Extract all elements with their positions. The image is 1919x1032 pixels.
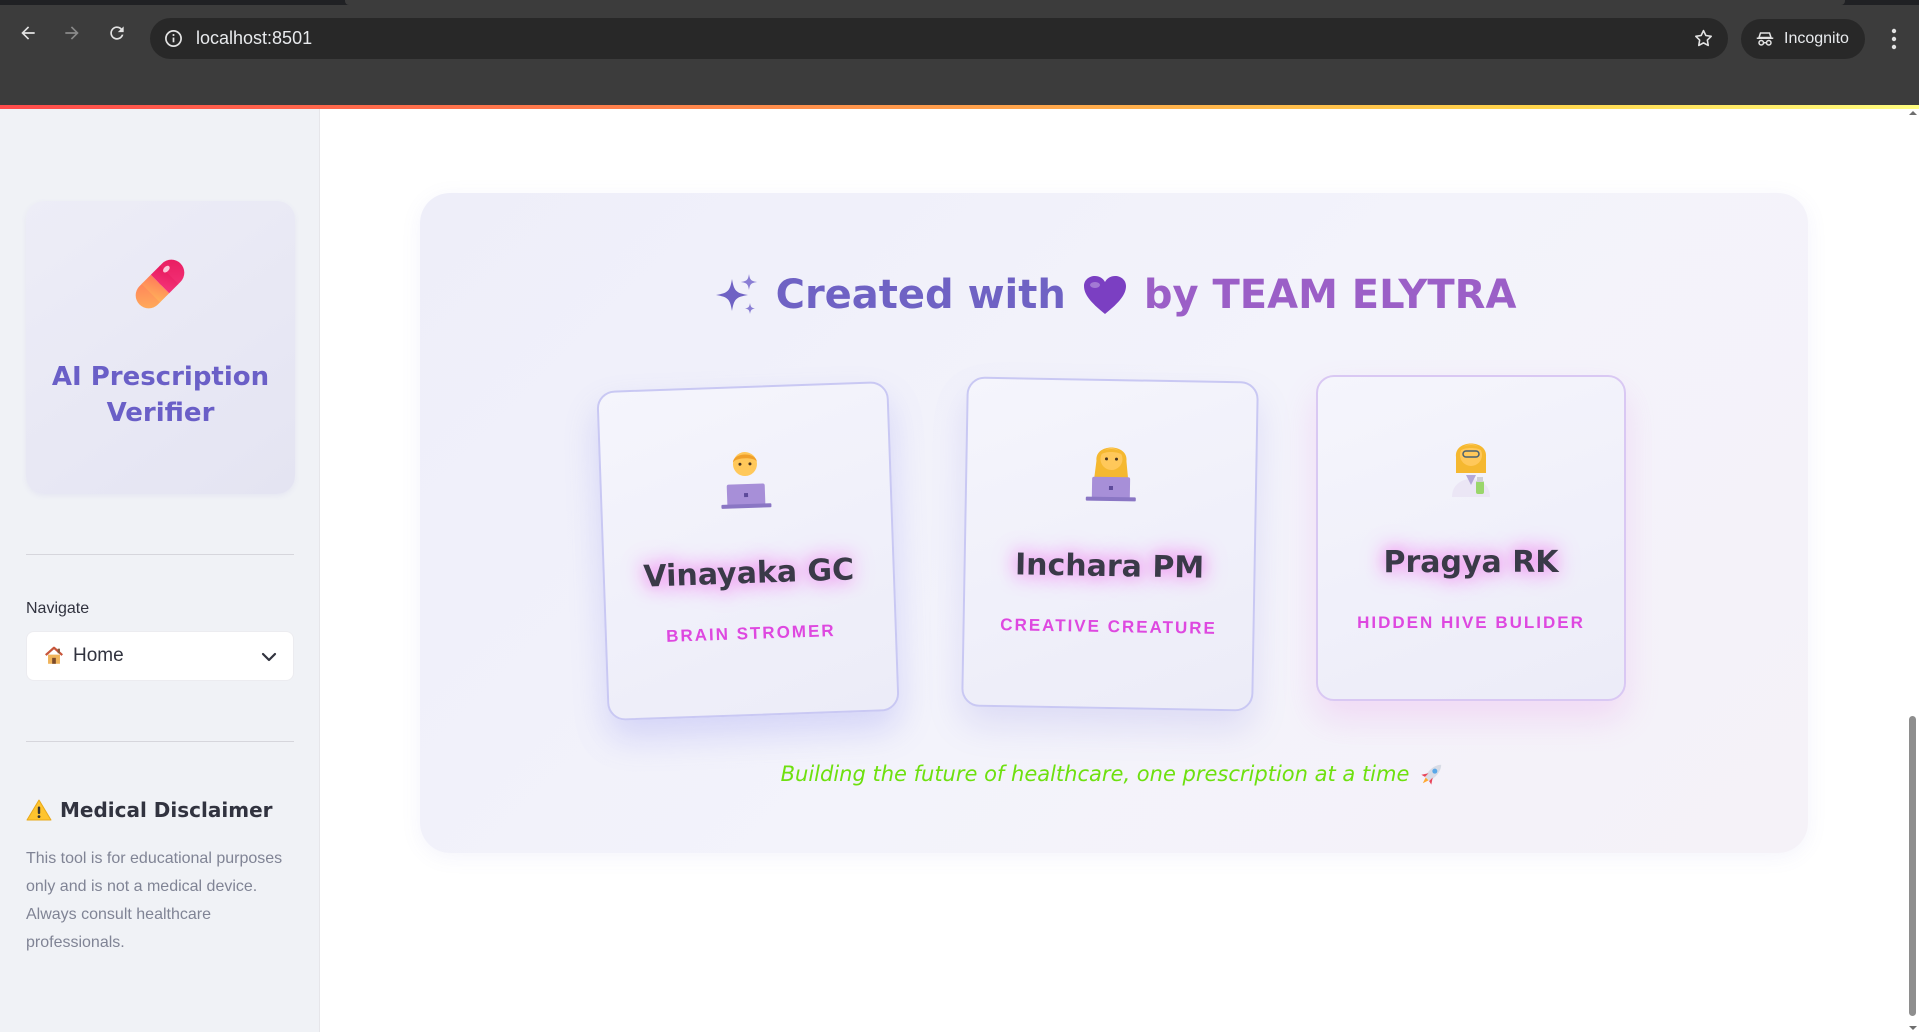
member-name: Vinayaka GC — [642, 552, 855, 595]
arrow-right-icon — [65, 26, 79, 40]
incognito-indicator[interactable]: Incognito — [1741, 19, 1865, 59]
navigate-selected-value: Home — [73, 645, 124, 666]
sparkles-icon — [715, 274, 757, 314]
page-scrollbar[interactable] — [1906, 109, 1919, 1032]
woman-scientist-icon — [1452, 443, 1490, 497]
chevron-down-icon[interactable] — [261, 650, 277, 664]
rocket-icon — [1421, 764, 1442, 785]
member-card: Pragya RK HIDDEN HIVE BULIDER — [1316, 375, 1626, 701]
app-title: AI Prescription Verifier — [51, 362, 270, 428]
member-name: Inchara PM — [1014, 547, 1205, 586]
scroll-up-arrow-icon[interactable] — [1909, 109, 1917, 117]
incognito-icon — [1756, 32, 1774, 46]
reload-button[interactable] — [106, 22, 128, 44]
forward-button[interactable] — [61, 22, 83, 44]
sidebar-divider — [26, 554, 294, 555]
navigate-label: Navigate — [26, 600, 90, 617]
back-button[interactable] — [17, 22, 39, 44]
house-icon — [45, 646, 63, 664]
member-avatar — [600, 439, 890, 515]
address-bar[interactable]: localhost:8501 — [150, 18, 1728, 59]
member-avatar — [967, 435, 1256, 506]
member-role: BRAIN STROMER — [665, 620, 836, 646]
disclaimer-title: Medical Disclaimer — [60, 798, 273, 822]
navigate-select[interactable]: Home — [26, 631, 294, 681]
incognito-label: Incognito — [1784, 30, 1849, 47]
tagline: Building the future of healthcare, one p… — [420, 759, 1808, 789]
info-icon[interactable] — [164, 29, 183, 48]
member-role: CREATIVE CREATURE — [1000, 615, 1218, 638]
sidebar-divider — [26, 741, 294, 742]
pill-icon — [135, 259, 185, 309]
warning-icon — [26, 799, 52, 821]
disclaimer-heading: Medical Disclaimer — [26, 798, 273, 822]
reload-icon — [110, 26, 124, 40]
disclaimer-text: This tool is for educational purposes on… — [26, 850, 283, 951]
sidebar: AI Prescription Verifier Navigate Home M… — [0, 109, 320, 1032]
member-card: Inchara PM CREATIVE CREATURE — [961, 376, 1259, 712]
browser-chrome: localhost:8501 Incognito — [0, 0, 1919, 106]
member-role: HIDDEN HIVE BULIDER — [1357, 613, 1585, 632]
member-name: Pragya RK — [1383, 545, 1559, 580]
team-panel: Created with by TEAM ELYTRA Vinayaka GC … — [420, 193, 1808, 853]
member-card: Vinayaka GC BRAIN STROMER — [596, 381, 900, 721]
bookmark-star-icon[interactable] — [1693, 28, 1714, 49]
technologist-icon — [721, 452, 772, 509]
bookmark-bar — [0, 65, 1919, 106]
team-heading-suffix: by TEAM ELYTRA — [1143, 272, 1517, 318]
scrollbar-thumb[interactable] — [1909, 716, 1916, 1016]
brand-card: AI Prescription Verifier — [26, 201, 295, 494]
woman-technologist-icon — [1085, 447, 1136, 502]
browser-toolbar: localhost:8501 Incognito — [0, 5, 1919, 65]
team-heading-prefix: Created with — [775, 272, 1066, 318]
url-text[interactable]: localhost:8501 — [196, 28, 312, 49]
browser-menu-icon[interactable] — [1882, 25, 1906, 53]
arrow-left-icon — [21, 26, 35, 40]
purple-heart-icon — [1083, 276, 1126, 314]
team-heading: Created with by TEAM ELYTRA — [420, 271, 1808, 319]
member-avatar — [1318, 433, 1624, 499]
scroll-down-arrow-icon[interactable] — [1909, 1024, 1917, 1032]
tagline-text: Building the future of healthcare, one p… — [780, 762, 1410, 786]
